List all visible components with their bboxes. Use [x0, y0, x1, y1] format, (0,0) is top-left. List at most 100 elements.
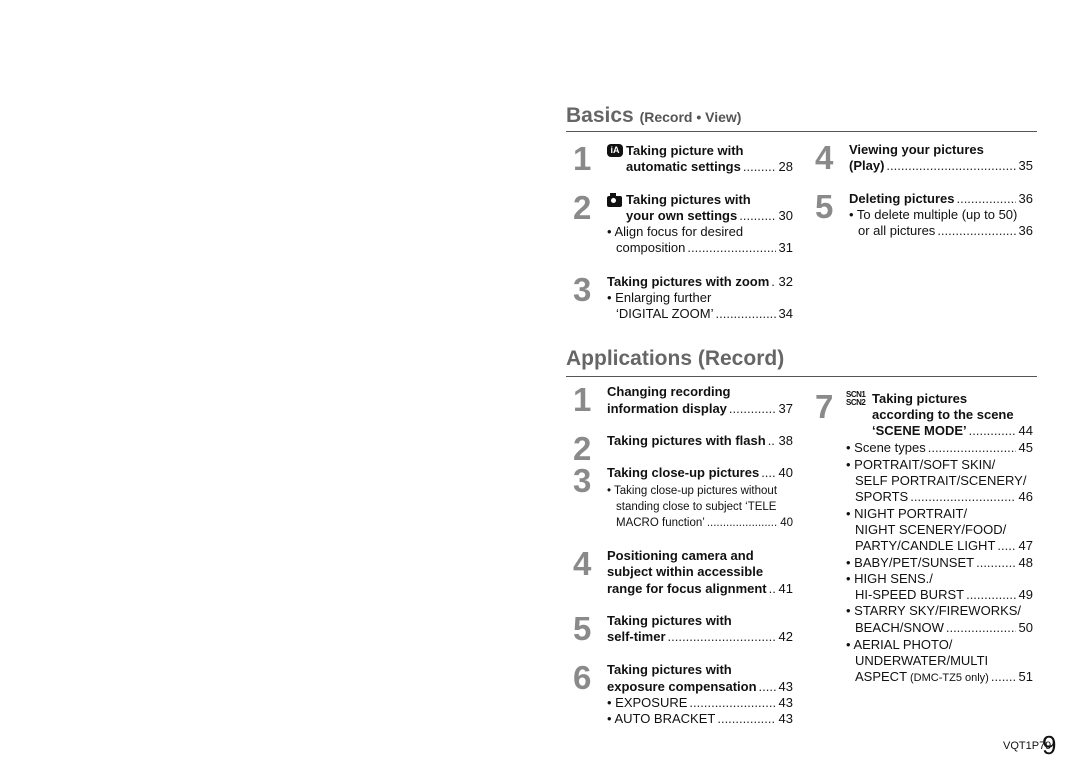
toc-entry-text: standing close to subject ‘TELE — [616, 501, 777, 513]
toc-entry-line[interactable]: • AUTO BRACKET..........................… — [607, 711, 793, 727]
dot-leader: ........................................… — [990, 669, 1016, 684]
intelligent-auto-icon: iA — [607, 144, 623, 157]
toc-page-number[interactable]: 44 — [1019, 423, 1033, 439]
toc-entry-line: Positioning camera and — [607, 548, 793, 564]
toc-entry-line[interactable]: range for focus alignment...............… — [607, 581, 793, 597]
toc-entry-line[interactable]: Taking close-up pictures................… — [607, 465, 793, 481]
toc-entry-text: • Taking close-up pictures without — [607, 485, 778, 497]
toc-entry-line[interactable]: composition.............................… — [616, 240, 793, 256]
dot-leader: ........................................… — [667, 629, 776, 644]
dot-leader: ........................................… — [742, 159, 776, 174]
basics-title: Basics — [566, 104, 634, 127]
toc-page-number[interactable]: 43 — [779, 711, 793, 727]
toc-entry-text: Taking pictures with — [607, 662, 732, 677]
toc-page-number[interactable]: 31 — [779, 240, 793, 256]
toc-entry-line[interactable]: Deleting pictures.......................… — [849, 191, 1033, 207]
toc-entry-line[interactable]: ‘SCENE MODE’............................… — [872, 423, 1033, 439]
toc-page-number[interactable]: 37 — [779, 401, 793, 417]
toc-page-number[interactable]: 36 — [1019, 223, 1033, 239]
toc-entry-line[interactable]: information display.....................… — [607, 401, 793, 417]
toc-entry-line[interactable]: HI-SPEED BURST..........................… — [855, 587, 1033, 603]
toc-page-number[interactable]: 51 — [1019, 669, 1033, 685]
toc-entry-text: Viewing your pictures — [849, 142, 984, 157]
toc-entry-line[interactable]: BEACH/SNOW..............................… — [855, 620, 1033, 636]
toc-entry-text: • EXPOSURE — [607, 695, 688, 710]
toc-entry-line[interactable]: self-timer..............................… — [607, 629, 793, 645]
toc-entry-text: ‘SCENE MODE’ — [872, 423, 967, 438]
toc-entry-line[interactable]: • Scene types...........................… — [846, 440, 1033, 456]
toc-entry-line: • HIGH SENS./ — [846, 571, 1033, 587]
toc-entry-text: ‘DIGITAL ZOOM’ — [616, 306, 714, 321]
toc-page-number[interactable]: 35 — [1019, 158, 1033, 174]
toc-entry-text: Deleting pictures — [849, 191, 955, 206]
applications-entry-number: 7 — [815, 388, 834, 425]
toc-entry-line[interactable]: Taking pictures with flash..............… — [607, 433, 793, 449]
toc-entry-line[interactable]: SPORTS..................................… — [855, 489, 1033, 505]
toc-page-number[interactable]: 36 — [1019, 191, 1033, 207]
toc-entry-line[interactable]: ASPECT(DMC-TZ5 only)....................… — [855, 669, 1033, 685]
toc-page-number[interactable]: 43 — [779, 695, 793, 711]
toc-entry-line: Taking pictures with — [607, 613, 793, 629]
toc-entry-text: Positioning camera and — [607, 548, 754, 563]
dot-leader: ........................................… — [687, 240, 775, 255]
toc-entry-line: Taking pictures with — [607, 662, 793, 678]
toc-entry-text: ASPECT — [855, 669, 908, 684]
toc-page-number[interactable]: 30 — [779, 208, 793, 224]
toc-entry-line[interactable]: ‘DIGITAL ZOOM’..........................… — [616, 306, 793, 322]
toc-entry-line[interactable]: PARTY/CANDLE LIGHT......................… — [855, 538, 1033, 554]
toc-page-number[interactable]: 48 — [1019, 555, 1033, 571]
toc-page-number[interactable]: 40 — [779, 465, 793, 481]
toc-entry-line[interactable]: • EXPOSURE..............................… — [607, 695, 793, 711]
dot-leader: ........................................… — [966, 587, 1015, 602]
toc-page-number[interactable]: 41 — [779, 581, 793, 597]
applications-entry-number: 1 — [573, 381, 592, 418]
toc-entry-line[interactable]: MACRO function’.........................… — [616, 515, 793, 531]
toc-entry-text: Changing recording — [607, 384, 731, 399]
basics-entry-number: 2 — [573, 189, 592, 226]
toc-entry-text: • Align focus for desired — [607, 224, 744, 239]
toc-entry-line: • PORTRAIT/SOFT SKIN/ — [846, 457, 1033, 473]
toc-entry-line: • Align focus for desired — [607, 224, 793, 240]
toc-page-number[interactable]: 32 — [779, 274, 793, 290]
toc-entry-line: SELF PORTRAIT/SCENERY/ — [855, 473, 1033, 489]
toc-entry-text: range for focus alignment — [607, 581, 767, 596]
toc-entry-text: SPORTS — [855, 489, 909, 504]
applications-divider — [566, 376, 1037, 377]
toc-page-number[interactable]: 46 — [1019, 489, 1033, 505]
toc-entry-line: Viewing your pictures — [849, 142, 1033, 158]
dot-leader: ........................................… — [728, 401, 776, 416]
toc-page-number[interactable]: 47 — [1019, 538, 1033, 554]
toc-entry-text: NIGHT SCENERY/FOOD/ — [855, 522, 1007, 537]
toc-entry-line: • NIGHT PORTRAIT/ — [846, 506, 1033, 522]
toc-entry-line[interactable]: automatic settings......................… — [626, 159, 793, 175]
toc-entry-text: Taking close-up pictures — [607, 465, 760, 480]
dot-leader: ........................................… — [717, 711, 776, 726]
dot-leader: ........................................… — [771, 274, 775, 289]
toc-page-number[interactable]: 28 — [779, 159, 793, 175]
applications-entry-number: 2 — [573, 430, 592, 467]
toc-entry-line[interactable]: Taking pictures with zoom...............… — [607, 274, 793, 290]
toc-entry-text: • HIGH SENS./ — [846, 571, 933, 586]
toc-page-number[interactable]: 42 — [779, 629, 793, 645]
toc-entry-line[interactable]: your own settings.......................… — [626, 208, 793, 224]
toc-page-number[interactable]: 38 — [779, 433, 793, 449]
dot-leader: ........................................… — [758, 679, 776, 694]
toc-entry-text: (Play) — [849, 158, 885, 173]
toc-entry-text: HI-SPEED BURST — [855, 587, 965, 602]
toc-entry-line[interactable]: exposure compensation...................… — [607, 679, 793, 695]
toc-page-number[interactable]: 49 — [1019, 587, 1033, 603]
toc-page-number[interactable]: 34 — [779, 306, 793, 322]
toc-page-number[interactable]: 45 — [1019, 440, 1033, 456]
toc-page-number[interactable]: 50 — [1019, 620, 1033, 636]
toc-entry-text: Taking pictures with — [626, 192, 751, 207]
toc-entry-text: • NIGHT PORTRAIT/ — [846, 506, 968, 521]
toc-page-number[interactable]: 43 — [779, 679, 793, 695]
toc-entry-text: Taking pictures — [872, 391, 968, 406]
toc-page-number[interactable]: 40 — [780, 515, 793, 531]
basics-entry-number: 1 — [573, 140, 592, 177]
toc-entry-line: standing close to subject ‘TELE — [616, 499, 793, 515]
basics-subtitle: (Record • View) — [639, 109, 742, 125]
toc-entry-line[interactable]: or all pictures.........................… — [858, 223, 1033, 239]
toc-entry-line[interactable]: • BABY/PET/SUNSET.......................… — [846, 555, 1033, 571]
toc-entry-line[interactable]: (Play)..................................… — [849, 158, 1033, 174]
